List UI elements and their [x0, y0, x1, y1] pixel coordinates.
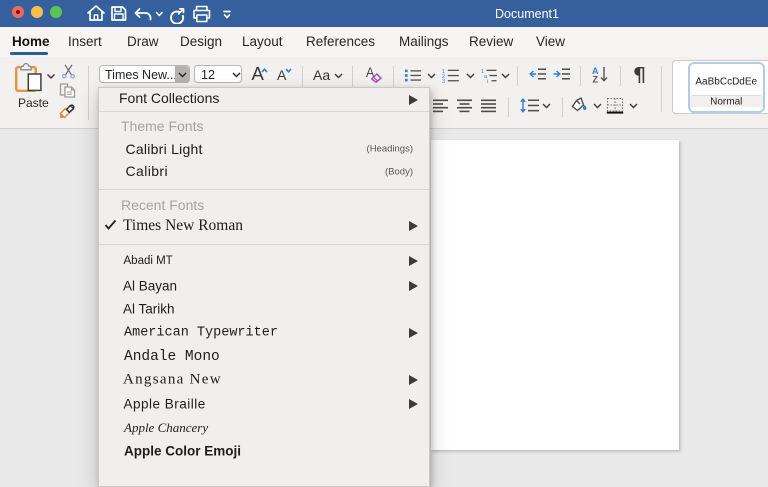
- svg-text:3: 3: [442, 79, 445, 83]
- svg-text:i: i: [487, 79, 488, 83]
- svg-text:Z: Z: [593, 75, 599, 84]
